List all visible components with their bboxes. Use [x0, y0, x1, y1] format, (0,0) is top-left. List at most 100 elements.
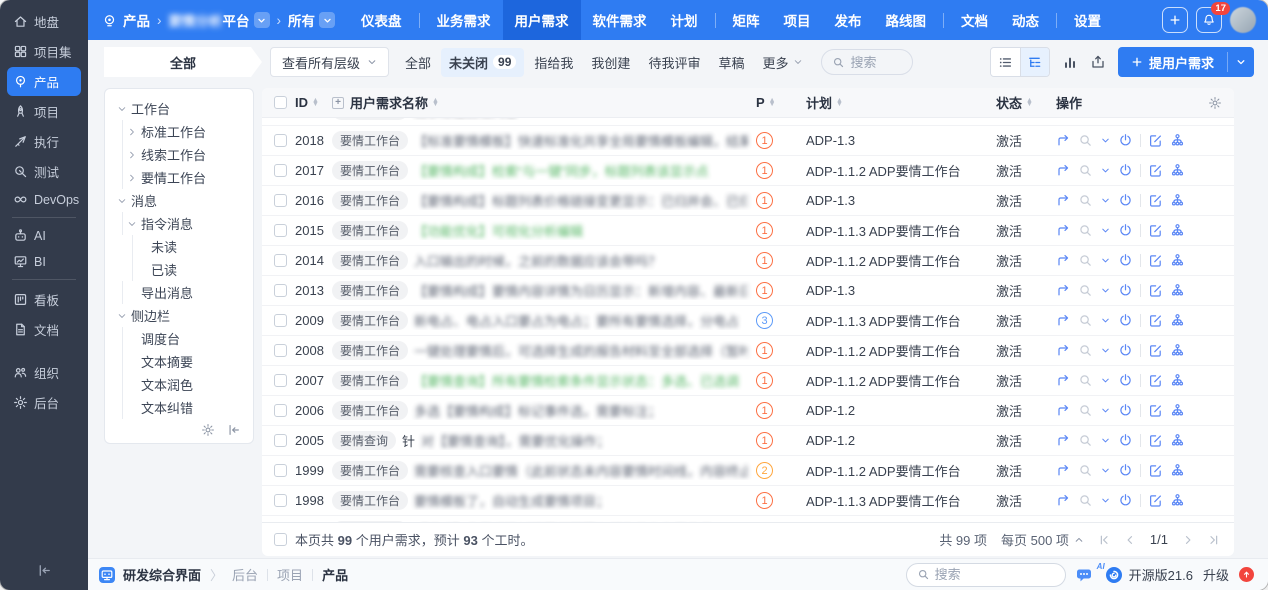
row-checkbox[interactable]	[274, 224, 287, 237]
close-icon[interactable]	[1118, 463, 1133, 478]
story-title[interactable]: 【要情构成】标题列表价格链接变更显示：已归并会、已归并会；	[414, 191, 748, 210]
story-title[interactable]: 一键处理要情后，可选择生成的报告材料至全部选择（暂时登录不需要）、已归	[414, 341, 748, 360]
search-input[interactable]	[850, 55, 902, 70]
prev-page-icon[interactable]	[1124, 534, 1136, 546]
chevron-down-icon[interactable]	[1100, 345, 1111, 356]
tree-item-clue-workbench[interactable]: 线索工作台	[113, 143, 245, 166]
tab-release[interactable]: 发布	[823, 0, 874, 40]
story-title[interactable]: 【要情构成】要情内容详情为日历显示：新增内容、最新日志、常量、字号	[414, 281, 748, 300]
tree-view-button[interactable]	[1020, 48, 1049, 76]
table-row[interactable]: 2016 要情工作台 【要情构成】标题列表价格链接变更显示：已归并会、已归并会；…	[262, 186, 1234, 216]
chevron-down-icon[interactable]	[1100, 315, 1111, 326]
row-checkbox[interactable]	[274, 404, 287, 417]
global-search-box[interactable]	[906, 563, 1066, 587]
tree-item-text-summary[interactable]: 文本摘要	[113, 350, 245, 373]
close-icon[interactable]	[1118, 403, 1133, 418]
sidebar-item-admin[interactable]: 后台	[7, 388, 81, 417]
next-page-icon[interactable]	[1182, 534, 1194, 546]
chevron-down-icon[interactable]	[1100, 255, 1111, 266]
filter-all[interactable]: 全部	[397, 48, 439, 77]
footer-checkbox[interactable]	[274, 533, 287, 546]
tree-item-message[interactable]: 消息	[113, 189, 245, 212]
subdivide-icon[interactable]	[1170, 163, 1185, 178]
sidebar-item-org[interactable]: 组织	[7, 358, 81, 387]
statusbar-crumb-admin[interactable]: 后台	[232, 565, 258, 584]
tree-item-text-polish[interactable]: 文本润色	[113, 373, 245, 396]
transfer-icon[interactable]	[1056, 433, 1071, 448]
column-priority[interactable]: P▲▼	[752, 95, 802, 110]
table-row[interactable]: 2009 要情工作台 新电占、电占入口要占为电占；要所有要情选择，分电占（占）、…	[262, 306, 1234, 336]
sidebar-item-project[interactable]: 项目	[7, 97, 81, 126]
sidebar-item-ai[interactable]: AI	[7, 223, 81, 248]
sidebar-item-product[interactable]: 产品	[7, 67, 81, 96]
transfer-icon[interactable]	[1056, 193, 1071, 208]
table-row[interactable]: 2018 要情工作台 【标准要情模板】快速标准化共享全局要情模板编辑，结果页全平…	[262, 126, 1234, 156]
tree-item-intel-workbench[interactable]: 要情工作台	[113, 166, 245, 189]
tree-item-unread[interactable]: 未读	[113, 235, 245, 258]
transfer-icon[interactable]	[1056, 403, 1071, 418]
subdivide-icon[interactable]	[1170, 343, 1185, 358]
statusbar-crumb-product[interactable]: 产品	[322, 565, 348, 584]
close-icon[interactable]	[1118, 193, 1133, 208]
table-row[interactable]: 2007 要情工作台 【要情查询】所有要情检索条件显示状态：多选、已选调 1 A…	[262, 366, 1234, 396]
row-checkbox[interactable]	[274, 194, 287, 207]
last-page-icon[interactable]	[1208, 534, 1220, 546]
story-title[interactable]: 对【要情查询】，需要优化操作；	[421, 431, 610, 450]
search-icon[interactable]	[1078, 493, 1093, 508]
sort-icon[interactable]: ▲▼	[769, 99, 776, 107]
transfer-icon[interactable]	[1056, 283, 1071, 298]
story-title[interactable]: 多选【要情构成】标记事件选，需要标注；	[414, 401, 661, 420]
sort-icon[interactable]: ▲▼	[1026, 99, 1033, 107]
close-icon[interactable]	[1118, 493, 1133, 508]
search-icon[interactable]	[1078, 133, 1093, 148]
edit-icon[interactable]	[1148, 133, 1163, 148]
story-title[interactable]: 新电占、电占入口要占为电占；要所有要情选择，分电占（占）、要注（中心）	[414, 311, 748, 330]
filter-more[interactable]: 更多	[754, 48, 811, 77]
table-row[interactable]: 2005 要情查询 针对【要情查询】，需要优化操作； 1 ADP-1.2 激活	[262, 426, 1234, 456]
tab-dashboard[interactable]: 仪表盘	[349, 0, 414, 40]
search-icon[interactable]	[1078, 163, 1093, 178]
story-title[interactable]: 入口输出的时候，之前的数据应该会带吗？	[414, 251, 661, 270]
edit-icon[interactable]	[1148, 373, 1163, 388]
story-title[interactable]: 【设计】全局切换时间段可配置与所有发布布局定位；	[414, 521, 726, 522]
table-settings-icon[interactable]	[1200, 96, 1234, 110]
close-icon[interactable]	[1118, 223, 1133, 238]
subdivide-icon[interactable]	[1170, 313, 1185, 328]
subdivide-icon[interactable]	[1170, 463, 1185, 478]
tab-matrix[interactable]: 矩阵	[721, 0, 772, 40]
sidebar-item-doc[interactable]: 文档	[7, 315, 81, 344]
sort-icon[interactable]: ▲▼	[312, 99, 319, 107]
sidebar-item-kanban[interactable]: 看板	[7, 285, 81, 314]
tab-business-req[interactable]: 业务需求	[425, 0, 503, 40]
story-title[interactable]: 要情模板了，自动生成要情项目；	[414, 491, 609, 510]
breadcrumb-product[interactable]: 要情分析平台	[169, 10, 270, 30]
global-search-input[interactable]	[935, 567, 1035, 582]
story-title[interactable]: 【标准要情模板】快速标准化共享全局要情模板编辑，结果页全平台该模板；其	[414, 131, 748, 150]
transfer-icon[interactable]	[1056, 163, 1071, 178]
tab-dynamic[interactable]: 动态	[1000, 0, 1051, 40]
row-checkbox[interactable]	[274, 344, 287, 357]
tree-collapse-icon[interactable]	[227, 423, 241, 437]
chevron-down-icon[interactable]	[117, 104, 127, 114]
search-icon[interactable]	[1078, 403, 1093, 418]
search-icon[interactable]	[1078, 373, 1093, 388]
list-view-button[interactable]	[991, 48, 1020, 76]
search-icon[interactable]	[1078, 433, 1093, 448]
edit-icon[interactable]	[1148, 253, 1163, 268]
close-icon[interactable]	[1118, 163, 1133, 178]
subdivide-icon[interactable]	[1170, 433, 1185, 448]
tree-item-sidebar[interactable]: 侧边栏	[113, 304, 245, 327]
chevron-right-icon[interactable]	[127, 127, 137, 137]
edit-icon[interactable]	[1148, 343, 1163, 358]
column-name[interactable]: 用户需求名称▲▼	[350, 93, 439, 112]
sort-icon[interactable]: ▲▼	[432, 99, 439, 107]
chevron-down-icon[interactable]	[117, 311, 127, 321]
table-row[interactable]: 2013 要情工作台 【要情构成】要情内容详情为日历显示：新增内容、最新日志、常…	[262, 276, 1234, 306]
chevron-right-icon[interactable]	[127, 173, 137, 183]
chevron-down-icon[interactable]	[1100, 285, 1111, 296]
row-checkbox[interactable]	[274, 374, 287, 387]
search-icon[interactable]	[1078, 313, 1093, 328]
subdivide-icon[interactable]	[1170, 373, 1185, 388]
edit-icon[interactable]	[1148, 493, 1163, 508]
filter-unclosed[interactable]: 未关闭99	[441, 48, 524, 77]
